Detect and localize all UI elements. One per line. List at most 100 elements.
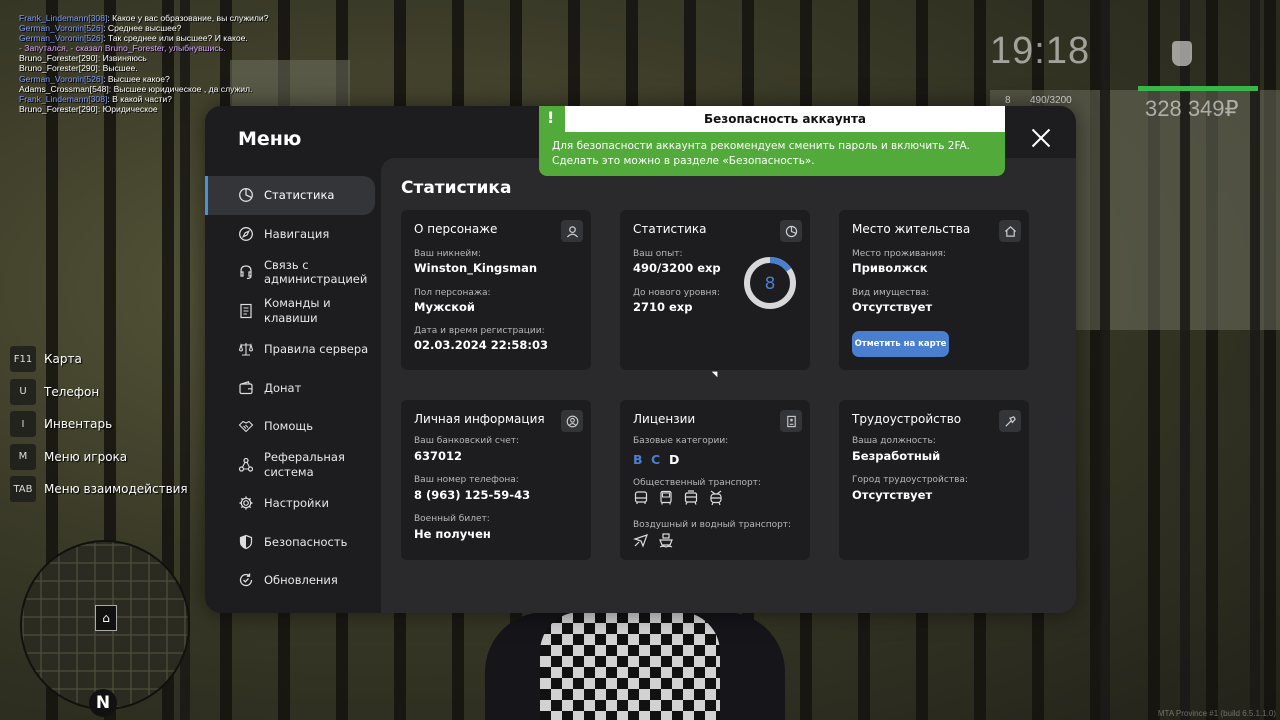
card-title: Трудоустройство (852, 412, 962, 426)
chat-line: Frank_Lindemann[308]: В какой части? (19, 94, 269, 104)
property-value: Отсутствует (852, 300, 933, 314)
military-label: Военный билет: (414, 514, 490, 524)
hud-clock: 19:18 (990, 30, 1091, 72)
chat-player-name: German_Voronin[526] (19, 23, 104, 34)
cell-bar (1100, 0, 1110, 720)
shield-icon (238, 534, 254, 550)
cell-bar (1250, 0, 1260, 720)
sidebar-item-7[interactable]: Помощь (205, 407, 381, 446)
hotkey-label: Меню взаимодействия (44, 482, 188, 497)
warning-icon: ! (547, 108, 555, 127)
chat-message: : Среднее высшее? (103, 23, 182, 34)
card-licenses: Лицензии Базовые категории: BCD Обществе… (620, 400, 810, 560)
sidebar-item-2[interactable]: Навигация (205, 215, 381, 254)
license-category: D (669, 452, 680, 467)
job-label: Ваша должность: (852, 436, 936, 446)
sidebar-item-label: Обновления (264, 573, 338, 587)
hotkey-m[interactable]: M Меню игрока (10, 443, 188, 470)
hotkey-list: F11 Карта U Телефон I Инвентарь M Меню игрока TA… (10, 346, 188, 509)
sidebar-item-label: Статистика (264, 188, 335, 202)
card-stats: Статистика Ваш опыт: 490/3200 exp До нов… (620, 210, 810, 370)
hud-level: 8 (1005, 95, 1011, 106)
account-circle-icon (561, 410, 583, 432)
sidebar-item-1[interactable]: Статистика (205, 176, 375, 215)
hotkey-key: U (10, 378, 36, 405)
card-title: О персонаже (414, 222, 498, 236)
boat-icon (658, 532, 674, 548)
menu-title: Меню (238, 128, 302, 150)
card-character: О персонаже Ваш никнейм: Winston_Kingsma… (401, 210, 591, 370)
security-notification[interactable]: ! Безопасность аккаунта Для безопасности… (539, 106, 1005, 176)
base-categories-label: Базовые категории: (633, 436, 729, 446)
document-icon (238, 303, 254, 319)
player-character-shirt (540, 612, 720, 720)
wallet-icon (238, 380, 254, 396)
close-button[interactable] (1028, 125, 1054, 151)
pie-chart-icon (238, 187, 254, 203)
public-transport-icons (633, 490, 724, 506)
property-label: Вид имущества: (852, 288, 930, 298)
hotkey-i[interactable]: I Инвентарь (10, 411, 188, 438)
chat-player-name: German_Voronin[526] (19, 73, 104, 84)
sidebar-item-label: Правила сервера (264, 342, 369, 356)
chat-player-name: German_Voronin[526] (19, 33, 104, 44)
sidebar-item-label: Связь с администрацией (264, 257, 368, 287)
sidebar-item-5[interactable]: Правила сервера (205, 330, 381, 369)
chat-message: : Какое у вас образование, вы служили? (107, 13, 269, 23)
bank-label: Ваш банковский счет: (414, 436, 520, 446)
sidebar-item-8[interactable]: Реферальная система (205, 446, 381, 485)
nick-label: Ваш никнейм: (414, 249, 482, 259)
sidebar-item-label: Настройки (264, 496, 329, 510)
network-icon (238, 457, 254, 473)
next-level-label: До нового уровня: (633, 288, 720, 298)
hotkey-label: Меню игрока (44, 449, 128, 464)
license-category: C (651, 452, 661, 467)
place-label: Место проживания: (852, 249, 946, 259)
sidebar-item-3[interactable]: Связь с администрацией (205, 253, 381, 292)
military-value: Не получен (414, 527, 491, 541)
compass-icon (238, 226, 254, 242)
hotkey-u[interactable]: U Телефон (10, 378, 188, 405)
bus-icon (633, 490, 649, 506)
minimap-house-icon: ⌂ (95, 605, 117, 631)
menu-sidebar: Статистика Навигация Связь с администрацие… (205, 176, 381, 600)
sidebar-item-10[interactable]: Безопасность (205, 523, 381, 562)
sidebar-item-4[interactable]: Команды и клавиши (205, 292, 381, 331)
hotkey-f11[interactable]: F11 Карта (10, 346, 188, 372)
public-transport-label: Общественный транспорт: (633, 478, 761, 488)
headset-icon (238, 264, 254, 280)
chat-line: German_Voronin[526]: Так среднее или выс… (19, 33, 269, 43)
hud-exp: 490/3200 (1030, 95, 1072, 106)
hotkey-key: F11 (10, 346, 36, 372)
card-title: Место жительства (852, 222, 971, 236)
sidebar-item-label: Помощь (264, 419, 314, 433)
chat-line: - Запутался, - сказал Bruno_Forester, ул… (19, 43, 269, 53)
chat-player-name: Frank_Lindemann[308] (19, 93, 108, 104)
chat-log: Frank_Lindemann[308] : Какое у вас образо… (19, 13, 269, 114)
level-number: 8 (765, 274, 776, 294)
reg-value: 02.03.2024 22:58:03 (414, 338, 548, 352)
sidebar-item-label: Команды и клавиши (264, 296, 331, 325)
sidebar-item-label: Реферальная система (264, 450, 345, 479)
health-bar (1138, 86, 1258, 91)
plane-icon (633, 532, 649, 548)
exp-label: Ваш опыт: (633, 249, 683, 259)
nick-value: Winston_Kingsman (414, 261, 538, 275)
bank-value: 637012 (414, 449, 463, 463)
scales-icon (238, 341, 254, 357)
sidebar-item-9[interactable]: Настройки (205, 484, 381, 523)
stats-content: Статистика О персонаже Ваш никнейм: Wins… (381, 158, 1076, 613)
trolley-icon (708, 490, 724, 506)
hotkey-label: Телефон (44, 384, 100, 399)
chat-line: Bruno_Forester[290]: Извиняюсь (19, 53, 147, 64)
chat-line: Frank_Lindemann[308]: Какое у вас образо… (19, 13, 269, 23)
notification-title: Безопасность аккаунта (565, 106, 1005, 132)
hotkey-key: M (10, 443, 36, 470)
air-water-transport-icons (633, 532, 674, 548)
card-personal: Личная информация Ваш банковский счет: 6… (401, 400, 591, 560)
phone-value: 8 (963) 125-59-43 (414, 488, 531, 502)
sidebar-item-6[interactable]: Донат (205, 369, 381, 408)
mark-on-map-button[interactable]: Отметить на карте (852, 331, 949, 357)
hotkey-tab[interactable]: TAB Меню взаимодействия (10, 476, 188, 503)
sidebar-item-11[interactable]: Обновления (205, 561, 381, 600)
